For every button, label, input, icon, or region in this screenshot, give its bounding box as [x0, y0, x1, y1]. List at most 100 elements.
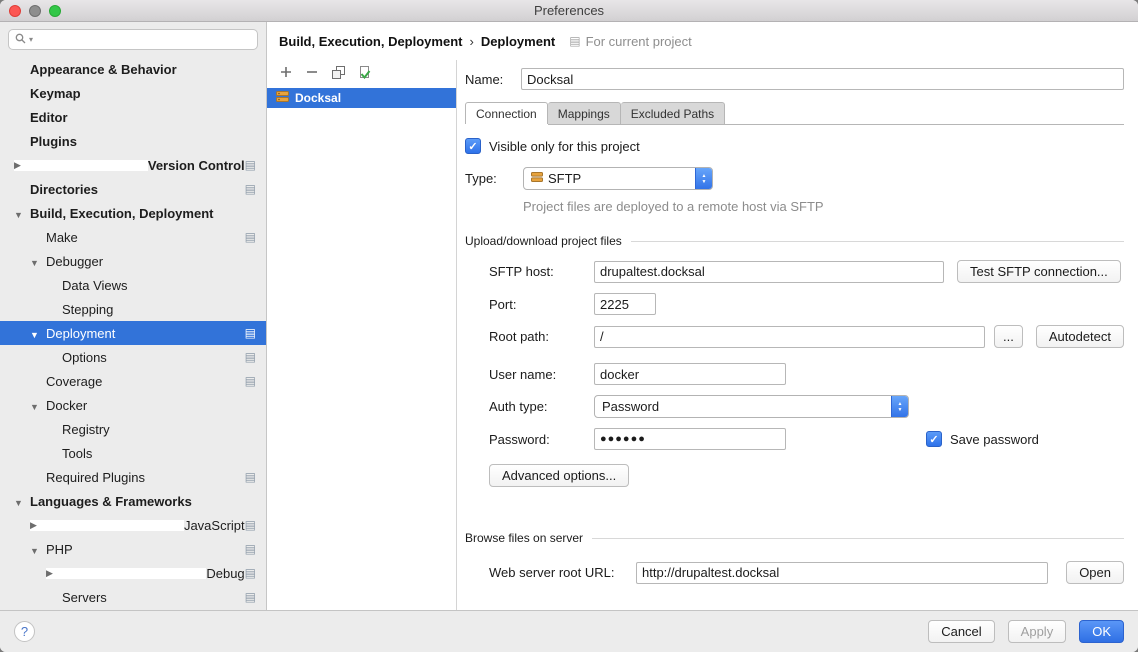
collapse-arrow[interactable]: [30, 254, 46, 269]
current-project-icon: ▤: [245, 351, 256, 363]
browse-root-path-button[interactable]: ...: [994, 325, 1023, 348]
sidebar-item-make[interactable]: Make ▤: [0, 225, 266, 249]
tab-excluded-paths[interactable]: Excluded Paths: [621, 102, 725, 124]
password-label: Password:: [489, 432, 594, 447]
add-icon[interactable]: [279, 65, 293, 79]
tab-mappings[interactable]: Mappings: [548, 102, 621, 124]
port-input[interactable]: [594, 293, 656, 315]
save-password-checkbox[interactable]: [926, 431, 942, 447]
sftp-icon: [531, 171, 543, 186]
sidebar-item-servers[interactable]: Servers▤: [0, 585, 266, 609]
sidebar-item-label: JavaScript: [184, 518, 245, 533]
sidebar-item-label: Version Control: [148, 158, 245, 173]
sidebar-item-debug[interactable]: Debug▤: [0, 561, 266, 585]
sidebar-item-label: Editor: [30, 110, 68, 125]
sidebar-item-label: Debugger: [46, 254, 103, 269]
search-box[interactable]: ▾: [8, 29, 258, 50]
traffic-lights: [9, 5, 61, 17]
connection-tab-panel: Visible only for this project Type: SFTP: [465, 125, 1124, 584]
breadcrumb: Build, Execution, Deployment › Deploymen…: [267, 22, 1138, 60]
deployment-tabs: Connection Mappings Excluded Paths: [465, 102, 1124, 125]
minimize-button: [29, 5, 41, 17]
root-path-input[interactable]: [594, 326, 985, 348]
collapse-arrow[interactable]: [30, 398, 46, 413]
sidebar-item-directories[interactable]: Directories▤: [0, 177, 266, 201]
sidebar-item-appearance-behavior[interactable]: Appearance & Behavior: [0, 57, 266, 81]
search-scope-chevron-icon: ▾: [29, 35, 33, 44]
close-button[interactable]: [9, 5, 21, 17]
sftp-host-input[interactable]: [594, 261, 944, 283]
sidebar-item-required-plugins[interactable]: Required Plugins▤: [0, 465, 266, 489]
collapse-arrow[interactable]: [14, 494, 30, 509]
settings-sidebar: ▾ Appearance & Behavior Keymap Editor Pl…: [0, 22, 267, 610]
window-title: Preferences: [0, 3, 1138, 18]
sidebar-item-languages-frameworks[interactable]: Languages & Frameworks: [0, 489, 266, 513]
auth-type-select[interactable]: Password: [594, 395, 909, 418]
type-selected-value: SFTP: [548, 171, 581, 186]
sidebar-item-stepping[interactable]: Stepping: [0, 297, 266, 321]
sidebar-item-label: Make: [46, 230, 78, 245]
zoom-button[interactable]: [49, 5, 61, 17]
browse-section-title: Browse files on server: [465, 531, 583, 545]
open-button[interactable]: Open: [1066, 561, 1124, 584]
collapse-arrow[interactable]: [14, 206, 30, 221]
sidebar-item-label: Directories: [30, 182, 98, 197]
sidebar-item-deployment[interactable]: Deployment▤: [0, 321, 266, 345]
breadcrumb-separator: ›: [469, 34, 473, 49]
sidebar-item-editor[interactable]: Editor: [0, 105, 266, 129]
save-password-label: Save password: [950, 432, 1039, 447]
scope-label: For current project: [586, 34, 692, 49]
sidebar-item-keymap[interactable]: Keymap: [0, 81, 266, 105]
sidebar-item-label: Servers: [62, 590, 107, 605]
web-root-input[interactable]: [636, 562, 1048, 584]
sidebar-item-version-control[interactable]: Version Control▤: [0, 153, 266, 177]
collapse-arrow[interactable]: [30, 542, 46, 557]
sidebar-item-php[interactable]: PHP▤: [0, 537, 266, 561]
sidebar-item-docker[interactable]: Docker: [0, 393, 266, 417]
visible-only-checkbox[interactable]: [465, 138, 481, 154]
web-root-label: Web server root URL:: [489, 565, 636, 580]
server-list-item[interactable]: Docksal: [267, 88, 456, 108]
sidebar-item-javascript[interactable]: JavaScript▤: [0, 513, 266, 537]
sidebar-item-coverage[interactable]: Coverage▤: [0, 369, 266, 393]
password-input[interactable]: [594, 428, 786, 450]
deployment-server-icon: [276, 90, 289, 106]
sidebar-item-data-views[interactable]: Data Views: [0, 273, 266, 297]
ok-button[interactable]: OK: [1079, 620, 1124, 643]
breadcrumb-current[interactable]: Deployment: [481, 34, 555, 49]
user-name-input[interactable]: [594, 363, 786, 385]
advanced-options-button[interactable]: Advanced options...: [489, 464, 629, 487]
auth-type-stepper-icon: [891, 396, 908, 417]
collapse-arrow[interactable]: [30, 326, 46, 341]
expand-arrow[interactable]: [46, 568, 206, 579]
sidebar-item-label: Data Views: [62, 278, 128, 293]
help-button[interactable]: ?: [14, 621, 35, 642]
copy-icon[interactable]: [331, 65, 345, 79]
name-input[interactable]: [521, 68, 1124, 90]
sidebar-item-build-execution-deployment[interactable]: Build, Execution, Deployment: [0, 201, 266, 225]
sidebar-item-label: Appearance & Behavior: [30, 62, 177, 77]
root-path-label: Root path:: [489, 329, 594, 344]
search-icon: [15, 31, 26, 49]
tab-connection[interactable]: Connection: [465, 102, 548, 124]
sidebar-item-registry[interactable]: Registry: [0, 417, 266, 441]
remove-icon[interactable]: [305, 65, 319, 79]
type-select[interactable]: SFTP: [523, 167, 713, 190]
autodetect-button[interactable]: Autodetect: [1036, 325, 1124, 348]
auth-type-label: Auth type:: [489, 399, 594, 414]
sidebar-item-debugger[interactable]: Debugger: [0, 249, 266, 273]
expand-arrow[interactable]: [30, 520, 184, 531]
apply-button: Apply: [1008, 620, 1067, 643]
sidebar-item-tools[interactable]: Tools: [0, 441, 266, 465]
search-input[interactable]: [36, 33, 251, 47]
test-sftp-connection-button[interactable]: Test SFTP connection...: [957, 260, 1121, 283]
cancel-button[interactable]: Cancel: [928, 620, 994, 643]
breadcrumb-parent[interactable]: Build, Execution, Deployment: [279, 34, 462, 49]
current-project-icon: ▤: [245, 231, 256, 243]
sidebar-item-options[interactable]: Options▤: [0, 345, 266, 369]
sidebar-item-label: Languages & Frameworks: [30, 494, 192, 509]
sidebar-item-label: Coverage: [46, 374, 102, 389]
expand-arrow[interactable]: [14, 160, 148, 171]
sidebar-item-plugins[interactable]: Plugins: [0, 129, 266, 153]
use-as-default-icon[interactable]: [357, 65, 371, 79]
